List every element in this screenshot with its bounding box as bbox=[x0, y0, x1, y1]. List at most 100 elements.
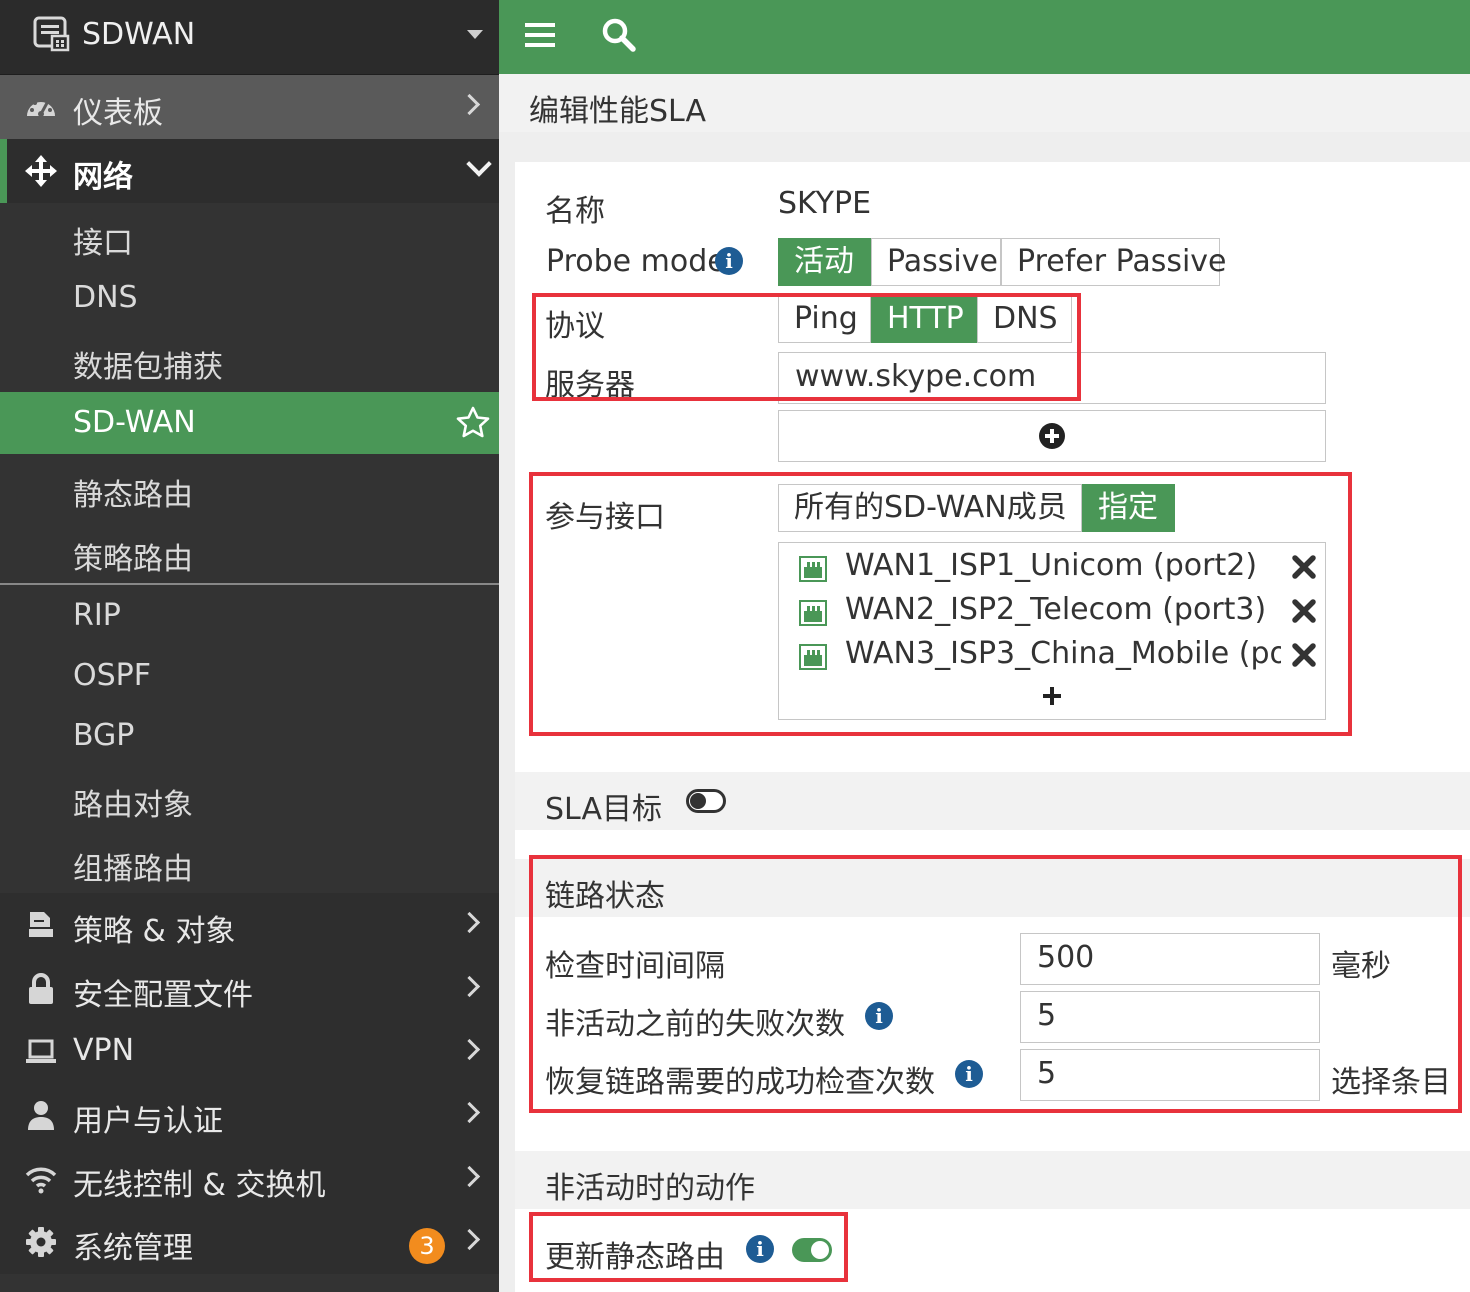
inactive-action-header: 非活动时的动作 bbox=[515, 1151, 1470, 1209]
chevron-right-icon bbox=[458, 911, 481, 934]
update-static-route-toggle[interactable] bbox=[792, 1238, 832, 1262]
sidebar-item-ospf[interactable]: OSPF bbox=[0, 645, 499, 707]
sidebar-item-rip[interactable]: RIP bbox=[0, 585, 499, 647]
add-server-field[interactable] bbox=[778, 410, 1326, 462]
sidebar: SDWAN 仪表板 网络 接口 DNS 数据包捕获 SD-WAN 静态路由 策略… bbox=[0, 0, 499, 1292]
sidebar-item-label: RIP bbox=[73, 598, 121, 633]
recovery-input[interactable]: 5 bbox=[1020, 1049, 1320, 1101]
remove-icon[interactable] bbox=[1291, 642, 1317, 668]
sdwan-logo-icon bbox=[33, 16, 70, 52]
sidebar-item-wireless-switch[interactable]: 无线控制 & 交换机 bbox=[0, 1147, 499, 1211]
interface-name: WAN3_ISP3_China_Mobile (port4) bbox=[845, 636, 1281, 671]
sidebar-item-label: 组播路由 bbox=[73, 852, 193, 887]
sidebar-item-security-profiles[interactable]: 安全配置文件 bbox=[0, 957, 499, 1021]
dashboard-icon bbox=[27, 98, 55, 117]
failures-input[interactable]: 5 bbox=[1020, 991, 1320, 1043]
info-icon[interactable]: i bbox=[715, 247, 743, 275]
add-interface-icon[interactable] bbox=[1042, 686, 1062, 706]
user-icon bbox=[28, 1101, 54, 1130]
brand-dropdown-icon[interactable] bbox=[467, 30, 483, 39]
probe-mode-passive[interactable]: Passive bbox=[871, 238, 1001, 286]
sidebar-item-packet-capture[interactable]: 数据包捕获 bbox=[0, 329, 499, 391]
hamburger-icon[interactable] bbox=[525, 21, 555, 49]
lock-icon bbox=[29, 973, 53, 1004]
sidebar-item-label: 系统管理 bbox=[73, 1231, 193, 1266]
members-all[interactable]: 所有的SD-WAN成员 bbox=[778, 484, 1082, 532]
chevron-right-icon bbox=[458, 975, 481, 998]
sidebar-item-sd-wan[interactable]: SD-WAN bbox=[0, 392, 499, 454]
protocol-http[interactable]: HTTP bbox=[871, 295, 977, 343]
sidebar-item-dashboard[interactable]: 仪表板 bbox=[0, 75, 499, 139]
edit-sla-form: 名称 SKYPE Probe mode i 活动 Passive Prefer … bbox=[515, 162, 1470, 1292]
probe-mode-prefer-passive[interactable]: Prefer Passive bbox=[1001, 238, 1227, 286]
sidebar-item-static-routes[interactable]: 静态路由 bbox=[0, 457, 499, 519]
sidebar-item-label: 安全配置文件 bbox=[73, 978, 253, 1013]
search-icon[interactable] bbox=[601, 17, 637, 53]
sidebar-item-routing-objects[interactable]: 路由对象 bbox=[0, 767, 499, 829]
remove-icon[interactable] bbox=[1291, 554, 1317, 580]
sidebar-item-label: SD-WAN bbox=[73, 405, 196, 440]
top-bar bbox=[499, 0, 1470, 74]
sidebar-item-label: 静态路由 bbox=[73, 478, 193, 513]
laptop-icon bbox=[26, 1039, 56, 1063]
interface-list: WAN1_ISP1_Unicom (port2) WAN2_ISP2_Telec… bbox=[778, 542, 1326, 720]
members-label: 参与接口 bbox=[545, 500, 665, 535]
brand-name: SDWAN bbox=[82, 17, 196, 52]
sidebar-item-system[interactable]: 系统管理 3 bbox=[0, 1210, 499, 1274]
sidebar-item-network[interactable]: 网络 bbox=[0, 139, 499, 203]
sidebar-item-interfaces[interactable]: 接口 bbox=[0, 205, 499, 267]
chevron-right-icon bbox=[458, 93, 481, 116]
remove-icon[interactable] bbox=[1291, 598, 1317, 624]
port-icon bbox=[799, 600, 827, 626]
info-icon[interactable]: i bbox=[865, 1002, 893, 1030]
info-icon[interactable]: i bbox=[746, 1235, 774, 1263]
sidebar-item-label: 数据包捕获 bbox=[73, 350, 223, 385]
sidebar-item-label: 网络 bbox=[73, 160, 133, 195]
info-icon[interactable]: i bbox=[955, 1060, 983, 1088]
sidebar-item-label: 策略路由 bbox=[73, 542, 193, 577]
failures-label: 非活动之前的失败次数 bbox=[545, 1007, 845, 1042]
protocol-ping[interactable]: Ping bbox=[778, 295, 871, 343]
inactive-action-title: 非活动时的动作 bbox=[545, 1171, 755, 1206]
page-header: 编辑性能SLA bbox=[499, 74, 1470, 132]
star-icon[interactable] bbox=[456, 406, 490, 438]
check-interval-input[interactable]: 500 bbox=[1020, 933, 1320, 985]
toggle-knob bbox=[690, 793, 706, 809]
sla-target-toggle[interactable] bbox=[686, 789, 726, 813]
brand-header[interactable]: SDWAN bbox=[0, 0, 499, 75]
sidebar-item-bgp[interactable]: BGP bbox=[0, 705, 499, 767]
server-input[interactable]: www.skype.com bbox=[778, 352, 1326, 404]
check-interval-unit: 毫秒 bbox=[1331, 949, 1391, 984]
add-circle-icon[interactable] bbox=[1038, 422, 1066, 450]
check-interval-label: 检查时间间隔 bbox=[545, 949, 725, 984]
sidebar-item-label: 路由对象 bbox=[73, 788, 193, 823]
chevron-right-icon bbox=[458, 1228, 481, 1251]
toggle-knob bbox=[811, 1241, 829, 1259]
probe-mode-active[interactable]: 活动 bbox=[778, 238, 871, 286]
name-value: SKYPE bbox=[778, 186, 872, 221]
sidebar-item-users-auth[interactable]: 用户与认证 bbox=[0, 1083, 499, 1147]
sidebar-item-label: 策略 & 对象 bbox=[73, 914, 236, 949]
sidebar-item-vpn[interactable]: VPN bbox=[0, 1020, 499, 1084]
sidebar-item-label: 用户与认证 bbox=[73, 1104, 223, 1139]
sidebar-item-label: OSPF bbox=[73, 658, 152, 693]
sidebar-item-label: DNS bbox=[73, 280, 138, 315]
page-title: 编辑性能SLA bbox=[529, 94, 706, 129]
chevron-right-icon bbox=[458, 1101, 481, 1124]
sidebar-item-label: 接口 bbox=[73, 226, 133, 261]
chevron-right-icon bbox=[458, 1165, 481, 1188]
protocol-label: 协议 bbox=[545, 309, 605, 344]
sidebar-item-dns[interactable]: DNS bbox=[0, 267, 499, 329]
link-status-header: 链路状态 bbox=[515, 859, 1470, 917]
notification-badge: 3 bbox=[409, 1228, 445, 1264]
sidebar-item-policy-routes[interactable]: 策略路由 bbox=[0, 521, 499, 583]
members-specify[interactable]: 指定 bbox=[1082, 484, 1175, 532]
port-icon bbox=[799, 556, 827, 582]
sidebar-item-policy-objects[interactable]: 策略 & 对象 bbox=[0, 893, 499, 957]
sidebar-item-multicast[interactable]: 组播路由 bbox=[0, 831, 499, 893]
protocol-dns[interactable]: DNS bbox=[977, 295, 1072, 343]
interface-item: WAN3_ISP3_China_Mobile (port4) bbox=[799, 636, 1319, 676]
recovery-suffix: 选择条目 bbox=[1331, 1065, 1451, 1100]
sidebar-item-label: 无线控制 & 交换机 bbox=[73, 1168, 326, 1203]
sla-target-row: SLA目标 bbox=[515, 772, 1470, 830]
